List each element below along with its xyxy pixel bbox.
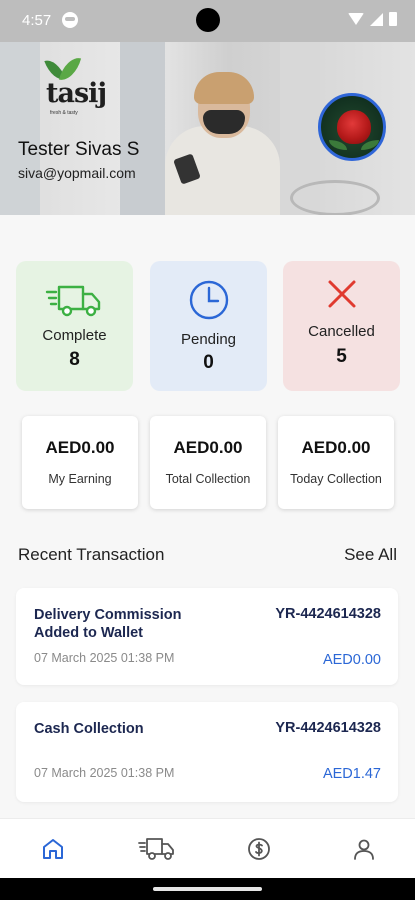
delivery-truck-icon <box>16 279 133 321</box>
pending-label: Pending <box>180 331 237 348</box>
user-email: siva@yopmail.com <box>18 165 136 181</box>
recent-transaction-heading: Recent Transaction <box>18 545 165 564</box>
header-photo-bicycle <box>290 180 380 215</box>
nav-home[interactable] <box>31 831 75 867</box>
nav-profile[interactable] <box>342 831 386 867</box>
background-building <box>120 42 165 215</box>
total-collection-card[interactable]: AED0.00 Total Collection <box>150 416 266 509</box>
gesture-bar <box>0 878 415 900</box>
clock-icon <box>150 279 267 321</box>
user-name: Tester Sivas S <box>18 139 140 160</box>
wifi-icon <box>348 13 364 25</box>
today-collection-label: Today Collection <box>290 472 382 486</box>
header-photo-person <box>165 64 280 215</box>
avatar[interactable] <box>318 93 386 161</box>
status-bar: 4:57 <box>0 0 415 42</box>
complete-count: 8 <box>69 349 80 370</box>
today-collection-amount: AED0.00 <box>301 438 371 457</box>
home-icon <box>43 839 63 859</box>
transaction-id: YR-4424614328 <box>275 720 381 736</box>
notification-app-icon <box>62 12 78 28</box>
transaction-id: YR-4424614328 <box>275 606 381 622</box>
pending-count: 0 <box>203 352 214 373</box>
rose-icon <box>337 110 371 144</box>
cancelled-orders-card[interactable]: Cancelled 5 <box>283 261 400 391</box>
total-collection-label: Total Collection <box>165 472 251 486</box>
cancelled-count: 5 <box>336 346 347 367</box>
close-icon <box>283 273 400 315</box>
transaction-title: Cash Collection <box>34 721 144 737</box>
complete-orders-card[interactable]: Complete 8 <box>16 261 133 391</box>
status-icons <box>348 12 397 26</box>
battery-icon <box>389 12 397 26</box>
nav-wallet[interactable] <box>237 831 281 867</box>
pending-orders-card[interactable]: Pending 0 <box>150 261 267 391</box>
tasij-logo: tasij fresh & tasty <box>44 54 107 116</box>
my-earning-amount: AED0.00 <box>45 438 115 457</box>
transaction-card[interactable]: Delivery Commission Added to Wallet YR-4… <box>16 588 398 685</box>
profile-header: tasij fresh & tasty Tester Sivas S siva@… <box>0 42 415 215</box>
home-gesture-handle[interactable] <box>153 887 262 891</box>
delivery-truck-icon <box>138 838 174 860</box>
dollar-icon <box>248 838 270 860</box>
complete-label: Complete <box>42 327 107 344</box>
nav-deliveries[interactable] <box>135 831 179 867</box>
status-time: 4:57 <box>22 12 52 29</box>
signal-icon <box>370 12 383 26</box>
transaction-card[interactable]: Cash Collection YR-4424614328 07 March 2… <box>16 702 398 802</box>
total-collection-amount: AED0.00 <box>173 438 243 457</box>
background-building <box>0 42 40 215</box>
user-icon <box>354 839 374 860</box>
transaction-amount: AED0.00 <box>322 652 381 668</box>
app-screen: 4:57 tasij fresh & tasty Tester Sivas S <box>0 0 415 900</box>
bottom-navigation <box>0 818 415 878</box>
see-all-link[interactable]: See All <box>344 545 397 565</box>
transaction-date: 07 March 2025 01:38 PM <box>34 766 175 780</box>
transaction-title: Delivery Commission Added to Wallet <box>34 607 182 641</box>
cancelled-label: Cancelled <box>308 323 375 340</box>
my-earning-card[interactable]: AED0.00 My Earning <box>22 416 138 509</box>
my-earning-label: My Earning <box>48 472 112 486</box>
today-collection-card[interactable]: AED0.00 Today Collection <box>278 416 394 509</box>
transaction-date: 07 March 2025 01:38 PM <box>34 651 175 665</box>
camera-cutout <box>196 8 220 32</box>
transaction-amount: AED1.47 <box>322 766 381 782</box>
